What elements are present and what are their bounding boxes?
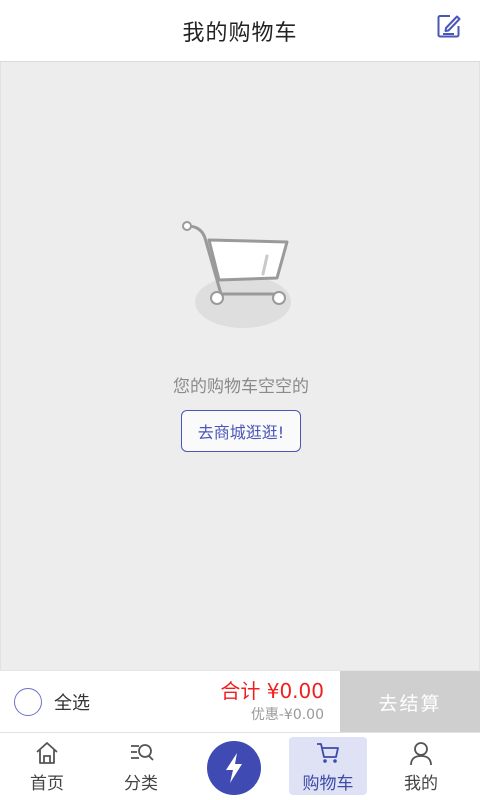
tab-category-label: 分类 (124, 774, 158, 794)
user-icon (408, 739, 434, 767)
tab-cart[interactable]: 购物车 (289, 737, 367, 795)
home-icon (34, 739, 60, 767)
total-value: ¥0.00 (266, 679, 324, 703)
empty-cart-icon (182, 221, 291, 328)
page-title: 我的购物车 (182, 20, 298, 46)
lightning-icon (226, 753, 242, 783)
tab-profile-label: 我的 (404, 774, 438, 794)
empty-cart-message: 您的购物车空空的 (173, 377, 309, 397)
discount-label: 优惠- (250, 707, 284, 723)
cart-content-area: 您的购物车空空的 去商城逛逛! (0, 62, 480, 670)
checkout-button[interactable]: 去结算 (340, 671, 480, 733)
bottom-tab-bar: 首页 分类 购物车 我的 (0, 732, 480, 800)
total-summary: 合计 ¥0.00 优惠-¥0.00 (220, 677, 324, 725)
total-label: 合计 (220, 679, 261, 703)
select-all-toggle[interactable]: 全选 (14, 685, 90, 719)
edit-icon (437, 15, 461, 38)
center-action-button[interactable] (207, 741, 261, 795)
select-all-label: 全选 (54, 693, 90, 714)
checkout-bar: 全选 合计 ¥0.00 优惠-¥0.00 去结算 (0, 670, 480, 733)
top-bar: 我的购物车 (0, 0, 480, 62)
discount-value: ¥0.00 (283, 707, 324, 723)
tab-profile[interactable]: 我的 (382, 737, 460, 795)
tab-home-label: 首页 (30, 774, 64, 794)
tab-category[interactable]: 分类 (102, 737, 180, 795)
tab-home[interactable]: 首页 (8, 737, 86, 795)
cart-icon (315, 739, 341, 767)
select-all-radio[interactable] (14, 688, 42, 716)
go-shopping-button[interactable]: 去商城逛逛! (181, 410, 301, 452)
tab-cart-label: 购物车 (302, 774, 354, 794)
edit-button[interactable] (434, 11, 464, 41)
category-icon (128, 739, 154, 767)
